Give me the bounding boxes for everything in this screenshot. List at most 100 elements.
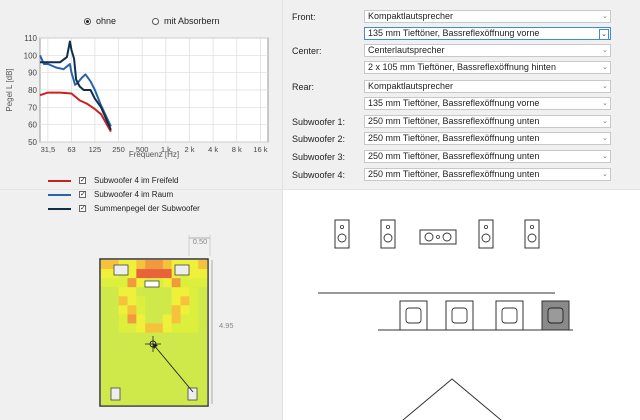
rear-left-speaker-icon[interactable] — [110, 387, 121, 401]
heatmap-cell — [171, 350, 181, 360]
rear-right-speaker-icon[interactable] — [187, 387, 198, 401]
radio-mit-absorbern-label: mit Absorbern — [164, 16, 220, 26]
heatmap-cell — [171, 395, 181, 406]
legend-item-raum[interactable]: ✓ Subwoofer 4 im Raum — [48, 190, 173, 199]
listener-cone-outline — [402, 378, 502, 420]
radio-ohne[interactable]: ohne — [84, 16, 116, 26]
heatmap-cell — [118, 314, 128, 324]
subwoofer-2-select[interactable]: 250 mm Tieftöner, Bassreflexöffnung unte… — [364, 132, 611, 145]
heatmap-cell — [109, 278, 119, 288]
heatmap-cell — [162, 341, 172, 351]
heatmap-cell — [136, 368, 146, 379]
center-speaker-icon[interactable] — [144, 280, 160, 288]
x-tick-label: 125 — [89, 145, 102, 154]
heatmap-cell — [145, 395, 155, 406]
heatmap-cell — [101, 305, 111, 315]
x-tick-label: 8 k — [232, 145, 242, 154]
surround-right-speaker-icon[interactable] — [478, 219, 494, 249]
heatmap-cell — [198, 350, 208, 360]
heatmap-cell — [136, 341, 146, 351]
heatmap-cell — [127, 350, 137, 360]
heatmap-cell — [109, 305, 119, 315]
center-driver-select[interactable]: 2 x 105 mm Tieftöner, Bassreflexöffnung … — [364, 61, 611, 74]
chevron-down-icon: ⌄ — [602, 118, 608, 125]
center-speaker-icon[interactable] — [419, 229, 457, 245]
heatmap-cell — [118, 332, 128, 342]
label-front: Front: — [292, 12, 316, 22]
chevron-down-icon: ⌄ — [602, 83, 608, 90]
heatmap-cell — [136, 260, 146, 270]
heatmap-cell — [154, 287, 164, 297]
heatmap-cell — [162, 305, 172, 315]
subwoofer-1-icon[interactable] — [399, 300, 428, 331]
legend-item-freifeld[interactable]: ✓ Subwoofer 4 im Freifeld — [48, 176, 178, 185]
heatmap-cell — [154, 368, 164, 379]
rear-type-select[interactable]: Kompaktlautsprecher ⌄ — [364, 80, 611, 93]
front-type-select[interactable]: Kompaktlautsprecher ⌄ — [364, 10, 611, 23]
y-tick-label: 60 — [28, 121, 37, 130]
heatmap-cell — [145, 287, 155, 297]
center-type-select[interactable]: Centerlautsprecher ⌄ — [364, 44, 611, 57]
heatmap-cell — [154, 332, 164, 342]
heatmap-cell — [198, 260, 208, 270]
x-tick-label: 2 k — [184, 145, 194, 154]
heatmap-cell — [109, 341, 119, 351]
legend-line-raum — [48, 193, 71, 196]
subwoofer-4-select[interactable]: 250 mm Tieftöner, Bassreflexöffnung unte… — [364, 168, 611, 181]
subwoofer-1-select[interactable]: 250 mm Tieftöner, Bassreflexöffnung unte… — [364, 115, 611, 128]
rear-driver-select[interactable]: 135 mm Tieftöner, Bassreflexöffnung vorn… — [364, 97, 611, 110]
heatmap-cell — [198, 386, 208, 397]
heatmap-cell — [162, 395, 172, 406]
subwoofer-4-icon[interactable] — [541, 300, 570, 331]
heatmap-cell — [198, 278, 208, 288]
heatmap-cell — [171, 341, 181, 351]
radio-mit-absorbern[interactable]: mit Absorbern — [152, 16, 220, 26]
label-center: Center: — [292, 46, 322, 56]
heatmap-cell — [127, 332, 137, 342]
legend-item-summe[interactable]: ✓ Summenpegel der Subwoofer — [48, 204, 200, 213]
heatmap-cell — [154, 314, 164, 324]
chevron-down-icon: ⌄ — [599, 29, 609, 39]
heatmap-cell — [118, 368, 128, 379]
heatmap-cell — [101, 359, 111, 370]
heatmap-cell — [180, 368, 190, 379]
heatmap-cell — [162, 278, 172, 288]
heatmap-cell — [198, 314, 208, 324]
heatmap-cell — [162, 269, 172, 279]
heatmap-cell — [127, 359, 137, 370]
heatmap-cell — [101, 377, 111, 388]
heatmap-cell — [171, 296, 181, 306]
heatmap-cell — [109, 359, 119, 370]
heatmap-cell — [101, 395, 111, 406]
subwoofer-3-select[interactable]: 250 mm Tieftöner, Bassreflexöffnung unte… — [364, 150, 611, 163]
front-left-speaker-icon[interactable] — [334, 219, 350, 249]
heatmap-cell — [171, 314, 181, 324]
heatmap-cell — [136, 395, 146, 406]
front-left-speaker-icon[interactable] — [113, 264, 129, 276]
front-right-speaker-icon[interactable] — [174, 264, 190, 276]
front-right-speaker-icon[interactable] — [524, 219, 540, 249]
heatmap-cell — [127, 296, 137, 306]
dimension-top-value: 0.50 — [193, 237, 208, 246]
heatmap-cell — [109, 368, 119, 379]
label-subwoofer-1: Subwoofer 1: — [292, 117, 346, 127]
heatmap-cell — [109, 314, 119, 324]
surround-left-speaker-icon[interactable] — [380, 219, 396, 249]
heatmap-cell — [136, 323, 146, 333]
legend-checkbox-summe[interactable]: ✓ — [79, 205, 86, 212]
x-tick-label: 16 k — [253, 145, 267, 154]
heatmap-cell — [101, 368, 111, 379]
heatmap-cell — [145, 359, 155, 370]
dimension-side-value: 4.95 — [219, 321, 234, 330]
legend-checkbox-raum[interactable]: ✓ — [79, 191, 86, 198]
x-tick-label: 31,5 — [41, 145, 56, 154]
front-driver-select[interactable]: 135 mm Tieftöner, Bassreflexöffnung vorn… — [364, 27, 611, 40]
heatmap-cell — [198, 368, 208, 379]
heatmap-cell — [198, 305, 208, 315]
heatmap-cell — [189, 341, 199, 351]
subwoofer-3-icon[interactable] — [495, 300, 524, 331]
subwoofer-2-icon[interactable] — [445, 300, 474, 331]
heatmap-cell — [171, 377, 181, 388]
legend-checkbox-freifeld[interactable]: ✓ — [79, 177, 86, 184]
heatmap-cell — [180, 341, 190, 351]
